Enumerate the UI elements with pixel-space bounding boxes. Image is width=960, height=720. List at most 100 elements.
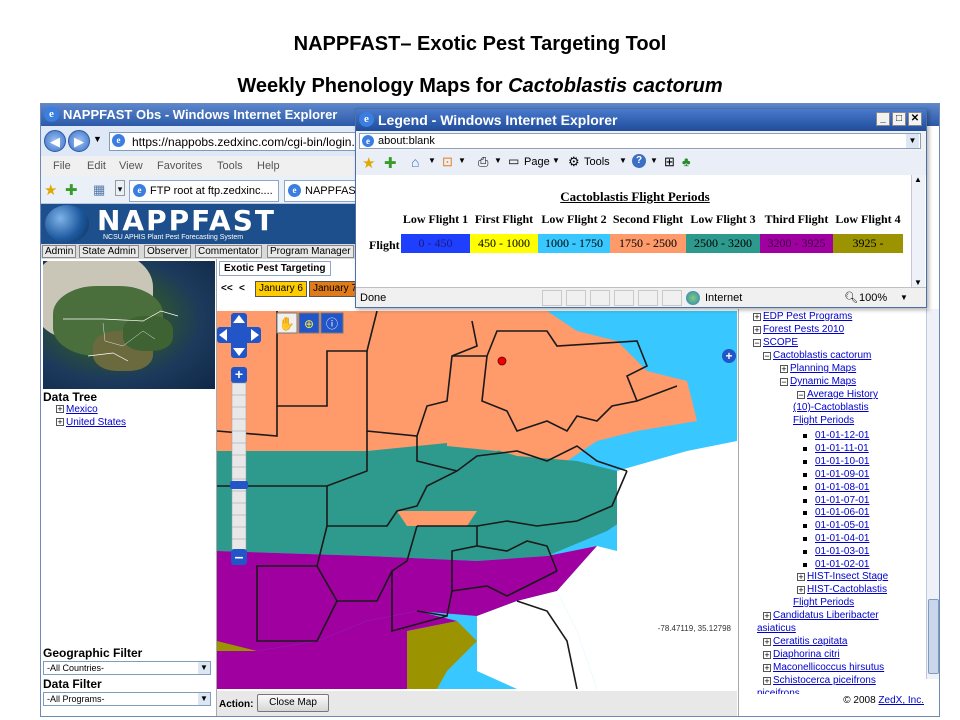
- menu-tools[interactable]: Tools: [217, 160, 243, 172]
- expand-plus-icon[interactable]: +: [56, 405, 64, 414]
- tree-item-date[interactable]: 01-01-08-01: [815, 482, 869, 493]
- tree-item-planning-maps[interactable]: Planning Maps: [790, 363, 856, 374]
- menu-favorites[interactable]: Favorites: [157, 160, 202, 172]
- tree-item-scope[interactable]: SCOPE: [763, 337, 798, 348]
- chevron-down-icon[interactable]: ▼: [552, 156, 560, 165]
- tab-nappfast[interactable]: e NAPPFAST: [284, 180, 361, 202]
- tree-item-hist-flight-periods[interactable]: Flight Periods: [793, 597, 854, 608]
- tab-exotic-pest-targeting[interactable]: Exotic Pest Targeting: [219, 261, 331, 276]
- favorites-star-icon[interactable]: ★: [44, 181, 57, 199]
- menu-edit[interactable]: Edit: [87, 160, 106, 172]
- maximize-icon[interactable]: □: [892, 112, 906, 126]
- collapse-minus-icon[interactable]: −: [797, 391, 805, 400]
- tree-item-date[interactable]: 01-01-02-01: [815, 559, 869, 570]
- tree-item-maconellicoccus[interactable]: Maconellicoccus hirsutus: [773, 662, 884, 673]
- data-filter-select[interactable]: -All Programs- ▼: [43, 692, 211, 706]
- legend-address-input[interactable]: e about:blank ▼: [359, 133, 921, 149]
- map-toolbar[interactable]: ✋ ⊕ ⓘ: [276, 312, 344, 334]
- tree-item-mexico[interactable]: Mexico: [66, 404, 98, 415]
- tab-ftp-root[interactable]: e FTP root at ftp.zedxinc....: [129, 180, 279, 202]
- tree-item-flight-periods[interactable]: Flight Periods: [793, 415, 854, 426]
- tree-item-asiaticus[interactable]: asiaticus: [757, 623, 796, 634]
- geographic-filter-select[interactable]: -All Countries- ▼: [43, 661, 211, 675]
- date-january-7[interactable]: January 7: [309, 281, 361, 297]
- tree-item-united-states[interactable]: United States: [66, 417, 126, 428]
- expand-plus-icon[interactable]: +: [797, 573, 805, 582]
- role-tab-observer[interactable]: Observer: [144, 245, 192, 258]
- role-tab-admin[interactable]: Admin: [42, 245, 77, 258]
- tree-item-date[interactable]: 01-01-07-01: [815, 495, 869, 506]
- close-map-button[interactable]: Close Map: [257, 694, 329, 712]
- tree-item-cactoblastis-cactorum[interactable]: Cactoblastis cactorum: [773, 350, 871, 361]
- collapse-minus-icon[interactable]: −: [763, 352, 771, 361]
- expand-map-icon[interactable]: +: [722, 349, 736, 363]
- nav-prev-button[interactable]: <: [239, 283, 245, 294]
- forward-icon[interactable]: ▶: [68, 130, 90, 152]
- page-menu[interactable]: Page: [524, 156, 550, 168]
- nav-first-button[interactable]: <<: [221, 283, 233, 294]
- menu-file[interactable]: File: [53, 160, 71, 172]
- close-icon[interactable]: ✕: [908, 112, 922, 126]
- expand-plus-icon[interactable]: +: [797, 586, 805, 595]
- collapse-minus-icon[interactable]: −: [780, 378, 788, 387]
- add-favorite-icon[interactable]: ✚: [384, 154, 397, 172]
- address-input[interactable]: e https://nappobs.zedxinc.com/cgi-bin/lo…: [109, 132, 361, 151]
- expand-plus-icon[interactable]: +: [56, 418, 64, 427]
- chevron-down-icon[interactable]: ▼: [906, 134, 919, 148]
- tree-item-date[interactable]: 01-01-11-01: [815, 443, 869, 454]
- tools-gear-icon[interactable]: ⚙: [568, 154, 580, 170]
- research-icon[interactable]: ⊞: [664, 154, 675, 170]
- expand-plus-icon[interactable]: +: [763, 664, 771, 673]
- tree-item-dynamic-maps[interactable]: Dynamic Maps: [790, 376, 856, 387]
- zoom-slider[interactable]: + –: [230, 366, 248, 566]
- expand-plus-icon[interactable]: +: [763, 677, 771, 686]
- tree-item-date[interactable]: 01-01-04-01: [815, 533, 869, 544]
- print-icon[interactable]: ⎙: [478, 154, 488, 170]
- chevron-down-icon[interactable]: ▼: [650, 156, 658, 165]
- zoom-level[interactable]: 100%: [859, 292, 887, 304]
- tree-item-hist-cactoblastis[interactable]: HIST-Cactoblastis: [807, 584, 887, 595]
- expand-plus-icon[interactable]: +: [780, 365, 788, 374]
- tree-item-average-history[interactable]: Average History: [807, 389, 878, 400]
- chevron-down-icon[interactable]: ▼: [900, 293, 908, 302]
- expand-plus-icon[interactable]: +: [763, 638, 771, 647]
- tree-item-schistocerca[interactable]: Schistocerca piceifrons: [773, 675, 876, 686]
- tree-item-candidatus[interactable]: Candidatus Liberibacter: [773, 610, 879, 621]
- feeds-icon[interactable]: ⊡: [442, 154, 453, 170]
- tree-item-cactoblastis-10[interactable]: (10)-Cactoblastis: [793, 402, 869, 413]
- minimize-icon[interactable]: _: [876, 112, 890, 126]
- satellite-overview-map[interactable]: [43, 261, 215, 389]
- tree-item-hist-insect-stage[interactable]: HIST-Insect Stage: [807, 571, 888, 582]
- expand-plus-icon[interactable]: +: [763, 612, 771, 621]
- tab-list-icon[interactable]: ▦: [93, 182, 105, 198]
- tree-item-date[interactable]: 01-01-09-01: [815, 469, 869, 480]
- role-tab-state-admin[interactable]: State Admin: [79, 245, 139, 258]
- tree-item-date[interactable]: 01-01-06-01: [815, 507, 869, 518]
- favorites-star-icon[interactable]: ★: [362, 154, 375, 172]
- history-dropdown-icon[interactable]: ▼: [93, 134, 102, 144]
- date-january-6[interactable]: January 6: [255, 281, 307, 297]
- chevron-down-icon[interactable]: ▼: [619, 156, 627, 165]
- tree-item-date[interactable]: 01-01-03-01: [815, 546, 869, 557]
- zoom-icon[interactable]: 🔍︎: [844, 291, 858, 304]
- tree-item-diaphorina-citri[interactable]: Diaphorina citri: [773, 649, 840, 660]
- help-icon[interactable]: ?: [632, 154, 646, 168]
- scrollbar-thumb[interactable]: [928, 599, 939, 674]
- chevron-down-icon[interactable]: ▼: [458, 156, 466, 165]
- scroll-down-icon[interactable]: ▼: [914, 278, 922, 287]
- menu-help[interactable]: Help: [257, 160, 280, 172]
- messenger-icon[interactable]: ♣: [682, 154, 691, 169]
- tools-menu[interactable]: Tools: [584, 156, 610, 168]
- tree-item-date[interactable]: 01-01-12-01: [815, 430, 869, 441]
- tree-item-edp-pest-programs[interactable]: EDP Pest Programs: [763, 311, 852, 322]
- page-menu-icon[interactable]: ▭: [508, 154, 519, 168]
- tree-item-ceratitis-capitata[interactable]: Ceratitis capitata: [773, 636, 847, 647]
- tree-item-date[interactable]: 01-01-10-01: [815, 456, 869, 467]
- tree-item-forest-pests-2010[interactable]: Forest Pests 2010: [763, 324, 844, 335]
- role-tab-program-manager[interactable]: Program Manager: [267, 245, 354, 258]
- tab-list-dropdown-icon[interactable]: ▾: [115, 180, 125, 196]
- home-icon[interactable]: ⌂: [411, 154, 419, 170]
- scroll-up-icon[interactable]: ▲: [914, 175, 922, 184]
- back-icon[interactable]: ◀: [44, 130, 66, 152]
- expand-plus-icon[interactable]: +: [753, 326, 761, 335]
